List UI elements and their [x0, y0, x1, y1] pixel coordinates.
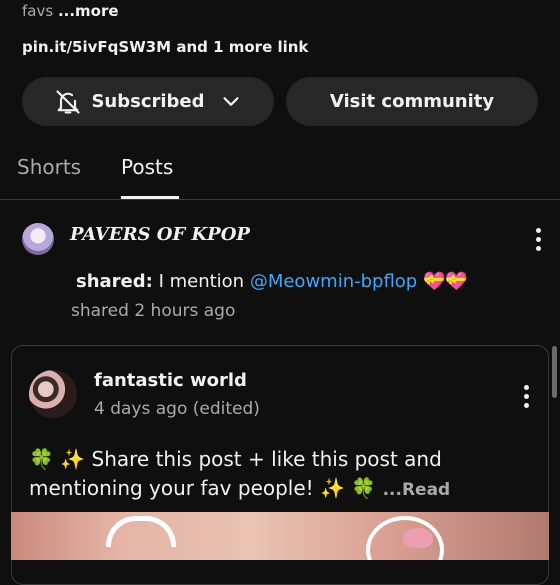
subscribed-button[interactable]: Subscribed [22, 77, 274, 126]
subscribed-label: Subscribed [91, 91, 205, 112]
description-more-link[interactable]: ...more [58, 2, 119, 20]
original-post-time: 4 days ago (edited) [94, 399, 260, 419]
shared-text: shared: I mention @Meowmin-bpflop 💝💝 [76, 271, 468, 292]
more-vert-icon[interactable] [528, 224, 548, 254]
scrollbar[interactable] [552, 346, 557, 398]
shared-prefix: shared: [76, 271, 153, 292]
chevron-down-icon [219, 90, 243, 114]
shared-emojis: 💝💝 [417, 271, 468, 292]
tab-shorts[interactable]: Shorts [17, 155, 81, 179]
post-channel-name[interactable]: PAVERS OF KPOP [70, 224, 250, 245]
original-channel-name[interactable]: fantastic world [94, 370, 247, 391]
tab-divider [0, 199, 560, 200]
mention-link[interactable]: @Meowmin-bpflop [250, 271, 417, 292]
shared-body: I mention [152, 271, 250, 292]
tab-posts[interactable]: Posts [121, 155, 173, 179]
avatar[interactable] [29, 370, 77, 418]
channel-links[interactable]: pin.it/5ivFqSW3M and 1 more link [22, 38, 308, 56]
description-text: favs [22, 2, 54, 20]
post-body: 🍀 ✨ Share this post + like this post and… [29, 447, 442, 500]
post-image[interactable] [11, 512, 549, 560]
bell-off-icon [53, 87, 83, 117]
more-vert-icon[interactable] [516, 381, 536, 411]
avatar[interactable] [22, 223, 54, 255]
visit-community-button[interactable]: Visit community [286, 77, 538, 126]
shared-timestamp: shared 2 hours ago [71, 301, 236, 321]
channel-description: favs ...more [22, 0, 119, 22]
